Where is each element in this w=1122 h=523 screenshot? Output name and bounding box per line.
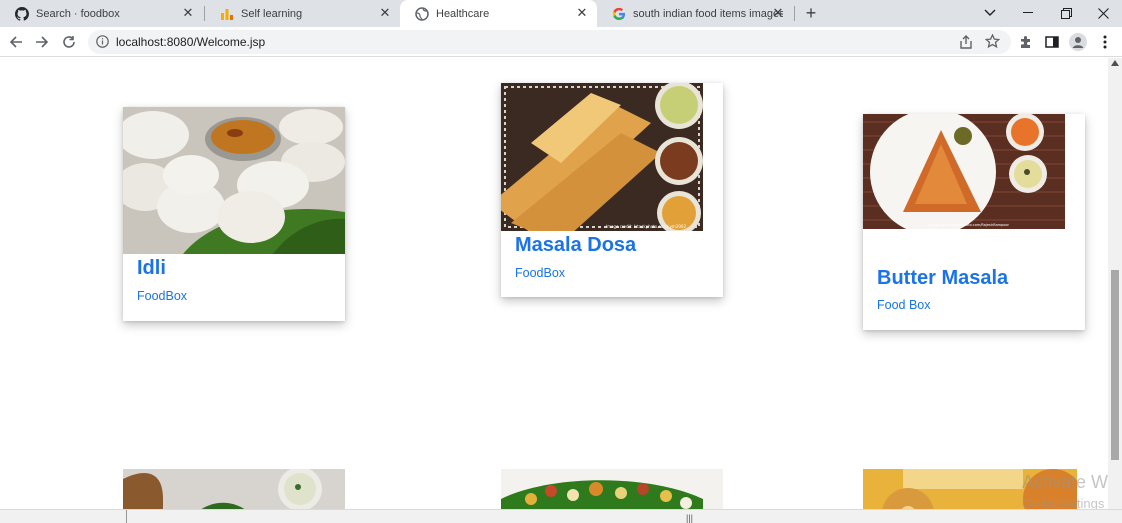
tab-self-learning[interactable]: Self learning ✕: [205, 0, 400, 27]
close-window-button[interactable]: [1093, 3, 1113, 23]
url-text: localhost:8080/Welcome.jsp: [116, 35, 266, 49]
food-photo: [123, 469, 345, 509]
food-card-title[interactable]: Masala Dosa: [515, 234, 636, 257]
share-icon[interactable]: [958, 34, 974, 55]
tab-title: Healthcare: [436, 7, 490, 20]
github-icon: [15, 6, 29, 21]
activate-windows-watermark: Activate Wi: [1022, 472, 1113, 492]
google-icon: [612, 7, 626, 21]
tab-title: Self learning: [241, 7, 303, 20]
vertical-scroll-thumb[interactable]: [1111, 270, 1119, 460]
food-card-brand[interactable]: FoodBox: [515, 266, 565, 280]
close-tab-icon[interactable]: ✕: [575, 6, 589, 20]
food-card-brand[interactable]: Food Box: [877, 298, 931, 312]
tab-healthcare[interactable]: Healthcare ✕: [400, 0, 597, 27]
tab-strip: Search · foodbox ✕ Self learning ✕ Healt…: [0, 0, 1122, 27]
food-card-title[interactable]: Butter Masala: [877, 267, 1008, 290]
tab-google-search[interactable]: south indian food items images - ✕: [597, 0, 793, 27]
close-tab-icon[interactable]: ✕: [378, 6, 392, 20]
more-menu-icon[interactable]: [1096, 33, 1114, 51]
svg-text:Image credit: istockphoto.com/: Image credit: istockphoto.com/RajeshRamp…: [927, 223, 1010, 227]
scrollbar-divider: [126, 510, 127, 523]
vertical-scrollbar[interactable]: [1108, 58, 1122, 509]
horizontal-scroll-grip[interactable]: |||: [686, 513, 693, 523]
page-content: Idli FoodBox Image credit: Istockphoto.c…: [0, 58, 1108, 509]
food-card-row2-1[interactable]: [123, 469, 345, 509]
globe-icon: [415, 6, 429, 21]
idli-photo: [123, 107, 345, 254]
side-panel-icon[interactable]: [1043, 33, 1061, 51]
bookmark-star-icon[interactable]: [984, 33, 1001, 54]
forward-arrow-icon[interactable]: [33, 33, 51, 51]
food-card-butter-masala[interactable]: Image credit: istockphoto.com/RajeshRamp…: [863, 114, 1085, 330]
tab-search-chevron-icon[interactable]: [980, 3, 1000, 23]
butter-masala-photo: Image credit: istockphoto.com/RajeshRamp…: [863, 114, 1085, 229]
tab-search-foodbox[interactable]: Search · foodbox ✕: [0, 0, 203, 27]
horizontal-scrollbar[interactable]: |||: [0, 509, 1122, 523]
profile-avatar-icon[interactable]: [1069, 33, 1087, 51]
restore-button[interactable]: [1056, 3, 1076, 23]
tab-divider: [794, 6, 795, 21]
tab-title: south indian food items images -: [633, 7, 783, 20]
scroll-up-arrow-icon[interactable]: [1111, 60, 1119, 66]
reload-icon[interactable]: [60, 33, 78, 51]
close-tab-icon[interactable]: ✕: [771, 6, 785, 20]
food-card-brand[interactable]: FoodBox: [137, 289, 187, 303]
food-photo: [501, 469, 723, 509]
address-bar[interactable]: localhost:8080/Welcome.jsp: [88, 30, 1011, 54]
back-arrow-icon[interactable]: [7, 33, 25, 51]
svg-text:Image credit: Istockphoto.com/: Image credit: Istockphoto.com/ vm2002: [606, 224, 686, 229]
bar-chart-icon: [220, 7, 234, 21]
masala-dosa-photo: Image credit: Istockphoto.com/ vm2002: [501, 83, 723, 231]
food-card-masala-dosa[interactable]: Image credit: Istockphoto.com/ vm2002 Ma…: [501, 83, 723, 297]
info-icon[interactable]: [96, 35, 109, 53]
minimize-button[interactable]: [1018, 3, 1038, 23]
new-tab-button[interactable]: +: [802, 4, 820, 22]
extensions-icon[interactable]: [1017, 33, 1035, 51]
tab-title: Search · foodbox: [36, 7, 120, 20]
food-card-title[interactable]: Idli: [137, 257, 166, 280]
food-card-idli[interactable]: Idli FoodBox: [123, 107, 345, 321]
browser-toolbar: localhost:8080/Welcome.jsp: [0, 27, 1122, 57]
food-card-row2-2[interactable]: [501, 469, 723, 509]
close-tab-icon[interactable]: ✕: [181, 6, 195, 20]
